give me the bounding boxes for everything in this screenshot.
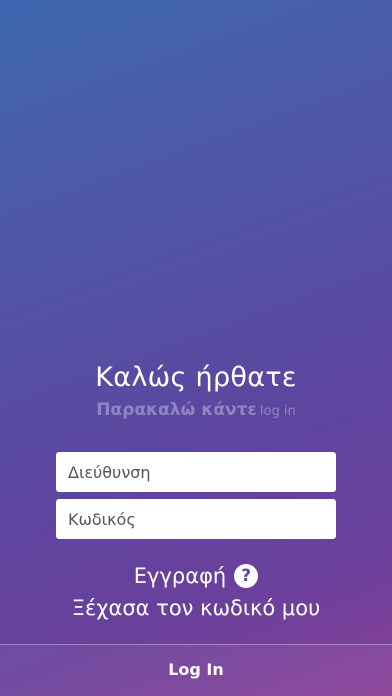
forgot-password-link[interactable]: Ξέχασα τον κωδικό μου — [0, 596, 392, 620]
welcome-title: Καλώς ήρθατε — [95, 362, 297, 393]
login-prompt-small: log in — [259, 404, 296, 419]
login-prompt: Παρακαλώ κάντε log in — [0, 400, 392, 420]
login-prompt-main: Παρακαλώ κάντε — [96, 400, 257, 420]
login-button[interactable]: Log In — [0, 644, 392, 696]
register-link[interactable]: Εγγραφή — [134, 564, 226, 588]
address-input[interactable] — [56, 452, 336, 492]
question-circle-icon[interactable]: ? — [234, 564, 259, 588]
password-input[interactable] — [56, 499, 336, 539]
register-row: Εγγραφή? — [0, 563, 392, 588]
